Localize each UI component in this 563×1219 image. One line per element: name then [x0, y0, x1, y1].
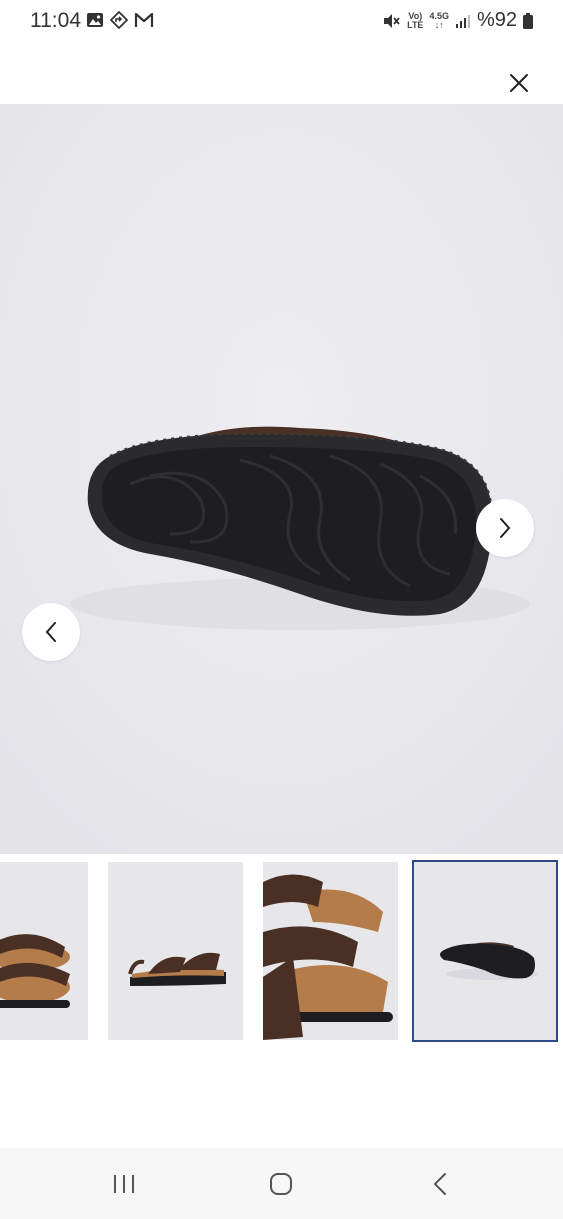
navigation-icon	[110, 11, 128, 29]
sandal-sole-image	[0, 104, 563, 854]
thumbnail-3-image	[263, 862, 398, 1040]
status-left-icons	[86, 11, 154, 29]
mute-icon	[384, 13, 400, 28]
thumbnail-2[interactable]	[108, 862, 243, 1040]
battery-percent: %92	[476, 9, 517, 31]
back-button[interactable]	[420, 1166, 460, 1202]
home-button[interactable]	[261, 1166, 301, 1202]
chevron-left-icon	[45, 622, 56, 642]
thumbnail-3[interactable]	[263, 862, 398, 1040]
recents-button[interactable]	[104, 1166, 144, 1202]
data-indicator: 4.5G ↓↑	[429, 10, 449, 30]
chevron-right-icon	[500, 518, 511, 538]
previous-image-button[interactable]	[22, 603, 80, 661]
close-icon	[510, 74, 528, 92]
back-icon	[433, 1173, 446, 1195]
battery-icon	[523, 12, 533, 29]
thumbnail-4[interactable]	[412, 860, 558, 1042]
thumbnail-4-image	[414, 862, 556, 1040]
close-button[interactable]	[500, 64, 538, 102]
status-time: 11:04	[30, 9, 81, 32]
signal-icon	[455, 14, 470, 28]
network-indicator: Vo) LTE	[407, 10, 424, 30]
system-navigation-bar	[0, 1148, 563, 1219]
thumbnail-2-image	[108, 862, 243, 1040]
status-bar: 11:04 Vo) LTE 4.5G ↓↑ %92	[0, 0, 563, 44]
gallery-icon	[87, 13, 103, 27]
next-image-button[interactable]	[476, 499, 534, 557]
home-icon	[270, 1173, 292, 1195]
gmail-icon	[134, 12, 154, 27]
status-right-group: Vo) LTE 4.5G ↓↑ %92	[383, 9, 533, 32]
thumbnail-strip	[0, 858, 563, 1044]
recents-icon	[114, 1175, 134, 1193]
thumbnail-1[interactable]	[0, 862, 88, 1040]
thumbnail-1-image	[0, 862, 88, 1040]
product-main-image[interactable]	[0, 104, 563, 854]
